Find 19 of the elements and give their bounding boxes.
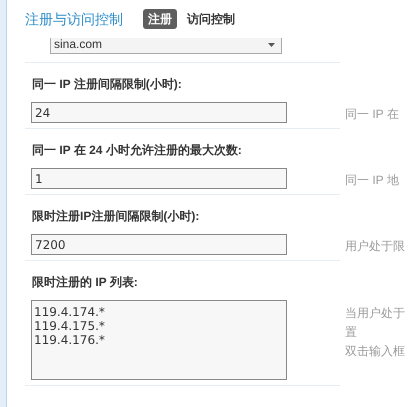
tab[interactable]: 注册	[143, 9, 177, 29]
section-title: 注册与访问控制	[25, 10, 123, 28]
tab[interactable]: 访问控制	[185, 9, 237, 29]
input-field[interactable]: 1	[31, 168, 287, 189]
hint-text: 用户处于限	[345, 238, 405, 255]
hint-text: 双击输入框	[345, 343, 405, 360]
caret-icon	[268, 43, 275, 47]
setting-label: 限时注册的 IP 列表:	[31, 274, 139, 291]
hint-text: 置	[345, 324, 358, 341]
hint-text: 当用户处于	[345, 305, 405, 322]
setting-label: 同一 IP 在 24 小时允许注册的最大次数:	[31, 142, 243, 159]
ip-list-field[interactable]: 119.4.174.* 119.4.175.* 119.4.176.*	[31, 300, 287, 380]
dropdown[interactable]: sina.com	[50, 38, 282, 54]
hint-text: 同一 IP 地	[345, 172, 399, 189]
input-field[interactable]: 24	[31, 102, 287, 123]
setting-label: 同一 IP 注册间隔限制(小时):	[31, 76, 183, 93]
setting-label: 限时注册IP注册间隔限制(小时):	[31, 208, 200, 225]
hint-text: 同一 IP 在	[345, 106, 399, 123]
input-field[interactable]: 7200	[31, 234, 287, 255]
